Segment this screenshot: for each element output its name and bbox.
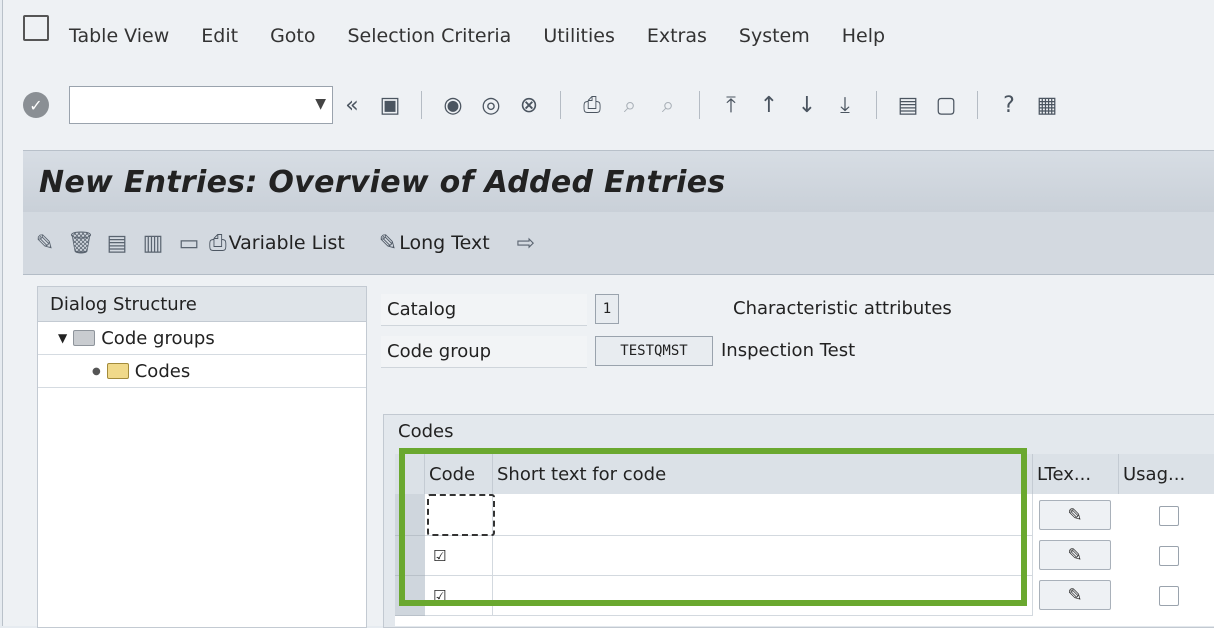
tree-item-label: Codes — [134, 360, 191, 382]
column-header-long-text[interactable]: LTex... — [1033, 454, 1119, 494]
code-group-label: Code group — [381, 336, 587, 368]
long-text-label: Long Text — [399, 232, 490, 254]
catalog-value: 1 — [595, 294, 619, 324]
short-text-cell[interactable] — [493, 536, 1033, 576]
menu-bar: Table View Edit Goto Selection Criteria … — [3, 0, 1214, 72]
row-selector[interactable] — [395, 494, 425, 536]
code-group-description: Inspection Test — [721, 340, 856, 361]
find-next-icon[interactable]: ⌕ — [653, 90, 683, 120]
enter-check-icon[interactable]: ✓ — [23, 92, 49, 118]
catalog-description: Characteristic attributes — [733, 298, 952, 319]
code-cell[interactable]: ☑ — [425, 536, 493, 576]
menu-table-view[interactable]: Table View — [69, 25, 169, 47]
menu-edit[interactable]: Edit — [201, 25, 238, 47]
help-icon[interactable]: ? — [994, 90, 1024, 120]
folder-icon — [73, 330, 96, 346]
variable-list-label: Variable List — [228, 232, 345, 254]
open-folder-icon — [106, 363, 129, 379]
row-selector[interactable] — [395, 536, 425, 576]
screen-title-bar: New Entries: Overview of Added Entries — [23, 150, 1214, 213]
input-cursor-focus — [427, 494, 495, 536]
expand-triangle-icon[interactable]: ▼ — [58, 331, 67, 345]
tree-item-label: Code groups — [101, 327, 215, 349]
select-all-rows-cell[interactable] — [395, 454, 425, 494]
codes-table-title: Codes — [398, 421, 454, 442]
toolbar-divider — [876, 91, 877, 119]
display-change-icon[interactable]: ✎ — [31, 229, 59, 257]
toolbar-divider — [560, 91, 561, 119]
application-toolbar: ✎ 🗑 ▤ ▥ ▭ ⎙ Variable List ✎ Long Text ⇨ — [23, 212, 1214, 275]
toolbar-divider — [421, 91, 422, 119]
usage-checkbox[interactable] — [1159, 586, 1179, 606]
long-text-row-button[interactable]: ✎ — [1039, 540, 1111, 570]
menu-extras[interactable]: Extras — [647, 25, 707, 47]
tree-item-codes[interactable]: ● Codes — [38, 355, 366, 388]
codes-table: Code Short text for code LTex... Usag...… — [395, 454, 1214, 626]
code-group-value: TESTQMST — [595, 336, 713, 366]
command-field[interactable]: ▼ — [69, 86, 333, 124]
create-session-icon[interactable]: ▤ — [893, 90, 923, 120]
print-icon[interactable]: ⎙ — [577, 90, 607, 120]
menu-system[interactable]: System — [739, 25, 810, 47]
cancel-icon[interactable]: ⊗ — [514, 90, 544, 120]
sap-window: Table View Edit Goto Selection Criteria … — [2, 0, 1214, 628]
catalog-label: Catalog — [381, 294, 587, 326]
select-block-icon[interactable]: ▥ — [139, 229, 167, 257]
column-header-code[interactable]: Code — [425, 454, 493, 494]
previous-page-icon[interactable]: ↑ — [754, 90, 784, 120]
menu-goto[interactable]: Goto — [270, 25, 315, 47]
pencil-note-icon: ✎ — [1067, 504, 1083, 526]
generate-shortcut-icon[interactable]: ▢ — [931, 90, 961, 120]
column-header-short-text[interactable]: Short text for code — [493, 454, 1033, 494]
delete-icon[interactable]: 🗑 — [67, 229, 95, 257]
column-header-usage[interactable]: Usag... — [1119, 454, 1214, 494]
last-page-icon[interactable]: ⤓ — [830, 90, 860, 120]
dialog-structure-header: Dialog Structure — [38, 287, 366, 322]
deselect-all-icon[interactable]: ▭ — [175, 229, 203, 257]
back-arrows-icon[interactable]: « — [337, 90, 367, 120]
pencil-note-icon: ✎ — [1067, 544, 1083, 566]
system-menu-icon[interactable] — [23, 15, 49, 41]
printer-icon: ⎙ — [209, 230, 227, 256]
transport-icon[interactable]: ⇨ — [512, 229, 540, 257]
long-text-row-button[interactable]: ✎ — [1039, 580, 1111, 610]
page-title: New Entries: Overview of Added Entries — [39, 164, 726, 200]
back-icon[interactable]: ◉ — [438, 90, 468, 120]
command-input[interactable] — [70, 87, 302, 121]
exit-icon[interactable]: ◎ — [476, 90, 506, 120]
tree-item-code-groups[interactable]: ▼ Code groups — [38, 322, 366, 355]
short-text-cell[interactable] — [493, 494, 1033, 536]
pencil-note-icon: ✎ — [378, 230, 398, 256]
bullet-icon: ● — [92, 365, 101, 377]
dialog-structure-panel: Dialog Structure ▼ Code groups ● Codes — [37, 286, 367, 628]
find-icon[interactable]: ⌕ — [615, 90, 645, 120]
save-icon[interactable]: ▣ — [375, 90, 405, 120]
next-page-icon[interactable]: ↓ — [792, 90, 822, 120]
toolbar-divider — [699, 91, 700, 119]
short-text-cell[interactable] — [493, 576, 1033, 616]
long-text-button[interactable]: ✎ Long Text — [379, 231, 490, 256]
row-selector[interactable] — [395, 576, 425, 616]
usage-checkbox[interactable] — [1159, 506, 1179, 526]
menu-help[interactable]: Help — [842, 25, 885, 47]
variable-list-button[interactable]: ⎙ Variable List — [209, 231, 345, 256]
menu-utilities[interactable]: Utilities — [543, 25, 615, 47]
long-text-row-button[interactable]: ✎ — [1039, 500, 1111, 530]
pencil-note-icon: ✎ — [1067, 584, 1083, 606]
customize-layout-icon[interactable]: ▦ — [1032, 90, 1062, 120]
first-page-icon[interactable]: ⤒ — [716, 90, 746, 120]
chevron-down-icon[interactable]: ▼ — [315, 96, 326, 112]
select-all-icon[interactable]: ▤ — [103, 229, 131, 257]
toolbar-divider — [977, 91, 978, 119]
usage-checkbox[interactable] — [1159, 546, 1179, 566]
menu-selection-criteria[interactable]: Selection Criteria — [347, 25, 511, 47]
code-cell[interactable]: ☑ — [425, 576, 493, 616]
standard-toolbar: ✓ ▼ « ▣ ◉ ◎ ⊗ ⎙ ⌕ ⌕ ⤒ ↑ ↓ ⤓ ▤ ▢ ? ▦ — [3, 80, 1214, 130]
